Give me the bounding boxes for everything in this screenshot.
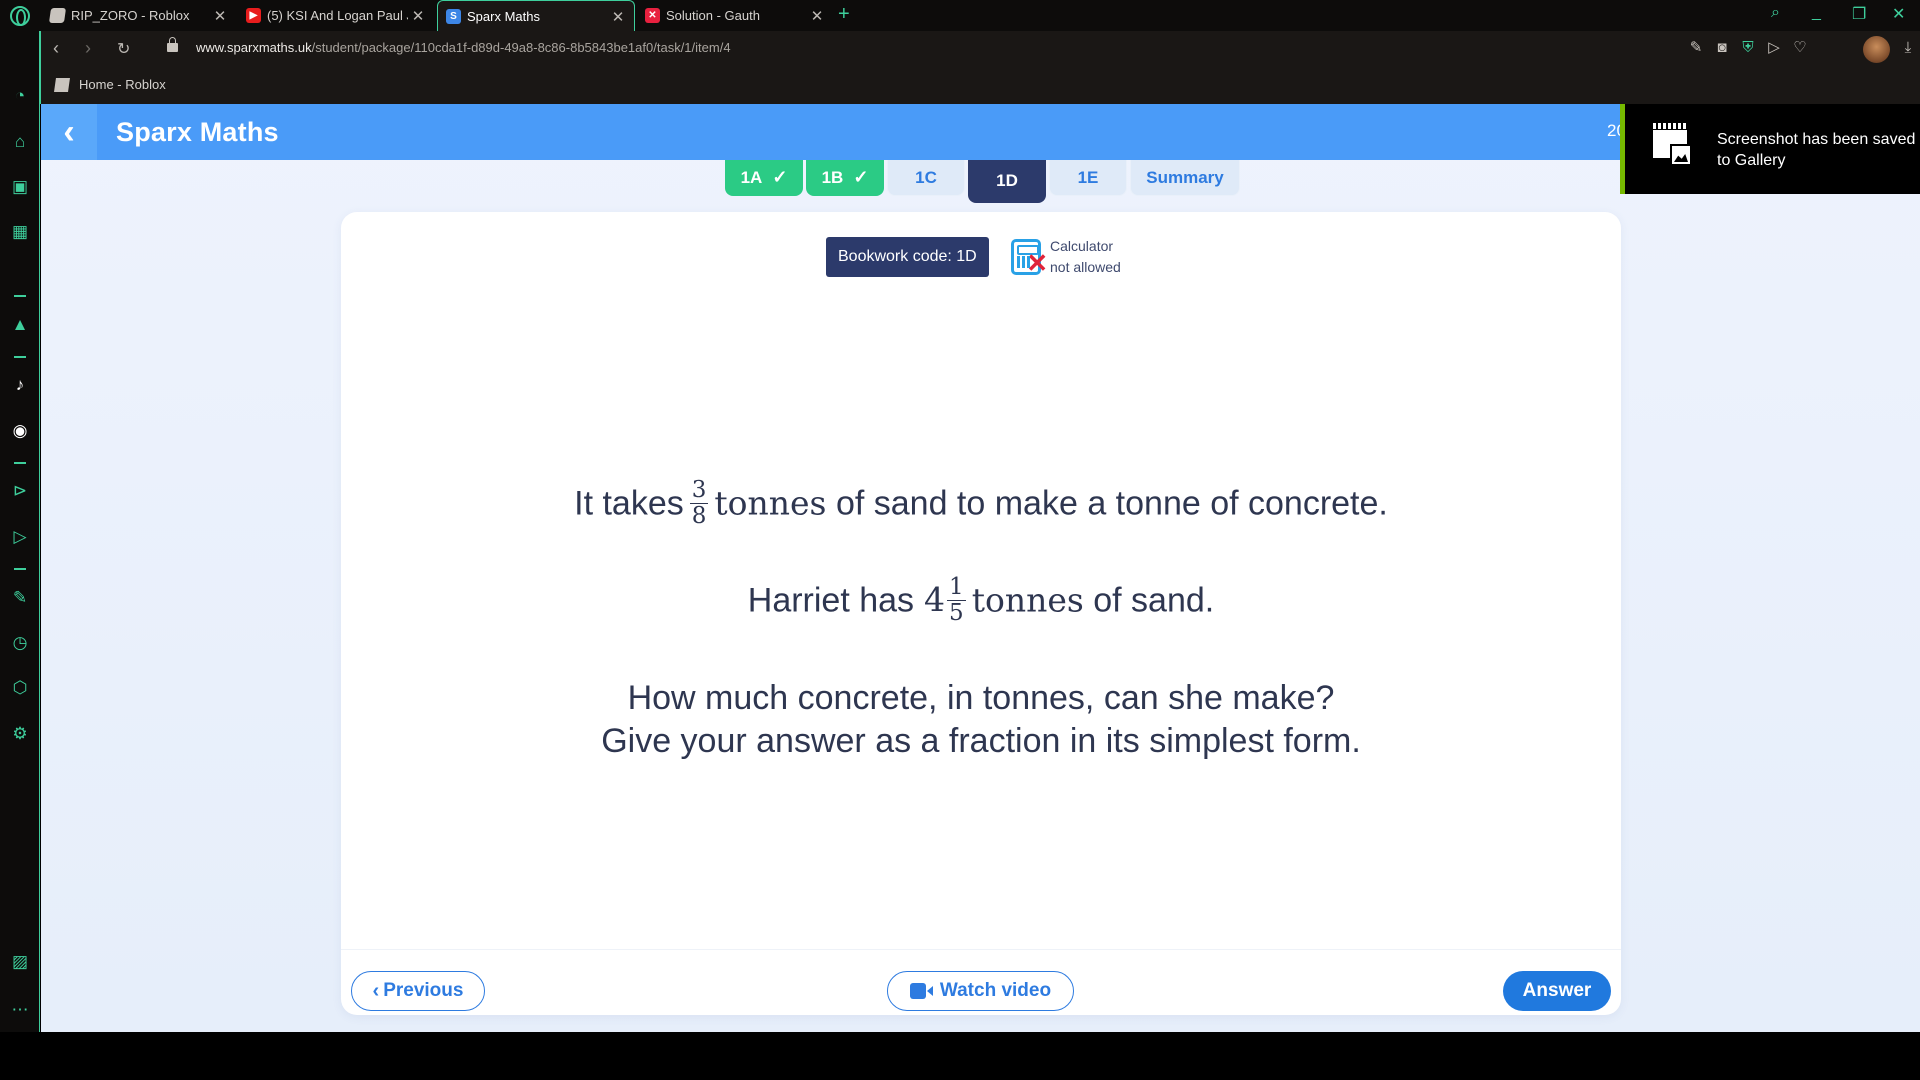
- back-icon[interactable]: ‹: [53, 38, 59, 59]
- tab-1b[interactable]: 1B ✓: [806, 160, 884, 196]
- gallery-icon[interactable]: ▨: [9, 951, 31, 973]
- browser-tab[interactable]: ✕ Solution - Gauth ✕: [637, 0, 833, 31]
- tab-summary[interactable]: Summary: [1130, 160, 1240, 196]
- chevron-left-icon: ‹: [372, 979, 380, 1002]
- restore-icon[interactable]: ❐: [1852, 4, 1866, 24]
- fraction-three-eighths: 38: [689, 477, 709, 529]
- aria-icon[interactable]: ▲: [9, 314, 31, 336]
- sidebar-divider: [14, 462, 26, 464]
- vpn-shield-icon[interactable]: ⛨: [1739, 39, 1757, 57]
- camera-icon[interactable]: ◙: [1713, 39, 1731, 57]
- gx-control-icon[interactable]: ◔: [9, 85, 31, 107]
- twitch-icon[interactable]: ▣: [9, 176, 31, 198]
- browser-sidebar: ◔ ⌂ ▣ ▦ ▲ ♪ ◉ ⊳ ▷ ✎ ◷ ⬡ ⚙ ▨ ⋯: [0, 31, 40, 1032]
- flow-icon[interactable]: ▷: [9, 526, 31, 548]
- chevron-left-icon: ‹: [63, 112, 75, 151]
- sidebar-divider: [14, 356, 26, 358]
- youtube-icon: ▶: [246, 8, 261, 23]
- question-prompt: How much concrete, in tonnes, can she ma…: [601, 679, 1361, 760]
- bookwork-code-badge: Bookwork code: 1D: [826, 237, 989, 277]
- history-icon[interactable]: ◷: [9, 632, 31, 654]
- tab-1e[interactable]: 1E: [1049, 160, 1127, 196]
- gx-cleaner-icon[interactable]: ⌂: [9, 131, 31, 153]
- answer-button[interactable]: Answer: [1503, 971, 1611, 1011]
- gauth-icon: ✕: [645, 8, 660, 23]
- close-tab-icon[interactable]: ✕: [408, 7, 428, 25]
- snapshot-pin-icon[interactable]: ✎: [1687, 39, 1705, 57]
- send-icon[interactable]: ▷: [1765, 39, 1783, 57]
- extensions-icon[interactable]: ⬡: [9, 677, 31, 699]
- tab-1a[interactable]: 1A ✓: [725, 160, 803, 196]
- sparx-icon: S: [446, 9, 461, 24]
- minimize-icon[interactable]: _: [1812, 4, 1821, 22]
- reload-icon[interactable]: ↻: [117, 39, 130, 59]
- settings-icon[interactable]: ⚙: [9, 723, 31, 745]
- pinboard-icon[interactable]: ✎: [9, 587, 31, 609]
- fraction-one-fifth: 15: [947, 574, 966, 626]
- browser-tab[interactable]: RIP_ZORO - Roblox ✕: [42, 0, 236, 31]
- calculator-status: ✕ Calculator not allowed: [1011, 236, 1121, 278]
- bookmarks-bar: Home - Roblox: [40, 67, 1920, 104]
- opera-menu-icon[interactable]: [10, 6, 30, 26]
- browser-tab[interactable]: ▶ (5) KSI And Logan Paul Just ✕: [238, 0, 434, 31]
- more-icon[interactable]: ⋯: [9, 999, 31, 1021]
- check-icon: ✓: [853, 167, 869, 187]
- address-bar-row: ‹ › ↻ www.sparxmaths.uk/student/package/…: [40, 31, 1920, 67]
- video-camera-icon: [909, 983, 933, 999]
- close-window-icon[interactable]: ✕: [1892, 4, 1905, 24]
- close-tab-icon[interactable]: ✕: [608, 8, 628, 26]
- close-tab-icon[interactable]: ✕: [210, 7, 230, 25]
- tiktok-icon[interactable]: ♪: [9, 374, 31, 396]
- sparx-page: ‹ Sparx Maths 20 1A ✓ 1B ✓ 1C 1D 1E Summ…: [41, 104, 1920, 1032]
- close-tab-icon[interactable]: ✕: [807, 7, 827, 25]
- back-button[interactable]: ‹: [41, 104, 97, 160]
- roblox-icon: [48, 8, 67, 23]
- new-tab-button[interactable]: +: [838, 3, 850, 26]
- download-icon[interactable]: ⤓: [1899, 39, 1917, 57]
- sidebar-divider: [14, 568, 26, 570]
- browser-tab-active[interactable]: S Sparx Maths ✕: [437, 0, 635, 32]
- watch-video-button[interactable]: Watch video: [887, 971, 1074, 1011]
- task-tabs: 1A ✓ 1B ✓ 1C 1D 1E Summary: [725, 160, 1243, 203]
- url-field[interactable]: www.sparxmaths.uk/student/package/110cda…: [196, 40, 731, 55]
- bookmark-item[interactable]: Home - Roblox: [54, 77, 166, 92]
- heart-icon[interactable]: ♡: [1791, 39, 1809, 57]
- question-line-2: Harriet has 4 1 5 tonnes of sand.: [747, 574, 1215, 626]
- previous-button[interactable]: ‹ Previous: [351, 971, 485, 1011]
- lock-icon[interactable]: [167, 37, 178, 52]
- hardware-limiter-icon[interactable]: ▦: [9, 221, 31, 243]
- app-title: Sparx Maths: [116, 117, 279, 147]
- roblox-icon: [54, 77, 70, 92]
- sidebar-divider: [14, 295, 26, 297]
- calculator-not-allowed-icon: ✕: [1011, 239, 1048, 276]
- tab-1d[interactable]: 1D: [968, 160, 1046, 203]
- gallery-image-icon: [1670, 144, 1692, 166]
- tab-1c[interactable]: 1C: [887, 160, 965, 196]
- forward-icon[interactable]: ›: [85, 38, 91, 59]
- check-icon: ✓: [772, 167, 788, 187]
- question-card: Bookwork code: 1D ✕ Calculator not allow…: [341, 212, 1621, 1015]
- player-icon[interactable]: ⊳: [9, 480, 31, 502]
- card-divider: [341, 949, 1621, 950]
- browser-tab-bar: RIP_ZORO - Roblox ✕ ▶ (5) KSI And Logan …: [0, 0, 1920, 32]
- search-icon[interactable]: ⌕: [1771, 4, 1780, 22]
- screenshot-toast[interactable]: Screenshot has been saved to Gallery: [1620, 104, 1920, 194]
- profile-avatar[interactable]: [1863, 36, 1890, 63]
- question-line-1: It takes 3 8 tonnes of sand to make a tonne…: [574, 477, 1388, 529]
- discord-icon[interactable]: ◉: [9, 420, 31, 442]
